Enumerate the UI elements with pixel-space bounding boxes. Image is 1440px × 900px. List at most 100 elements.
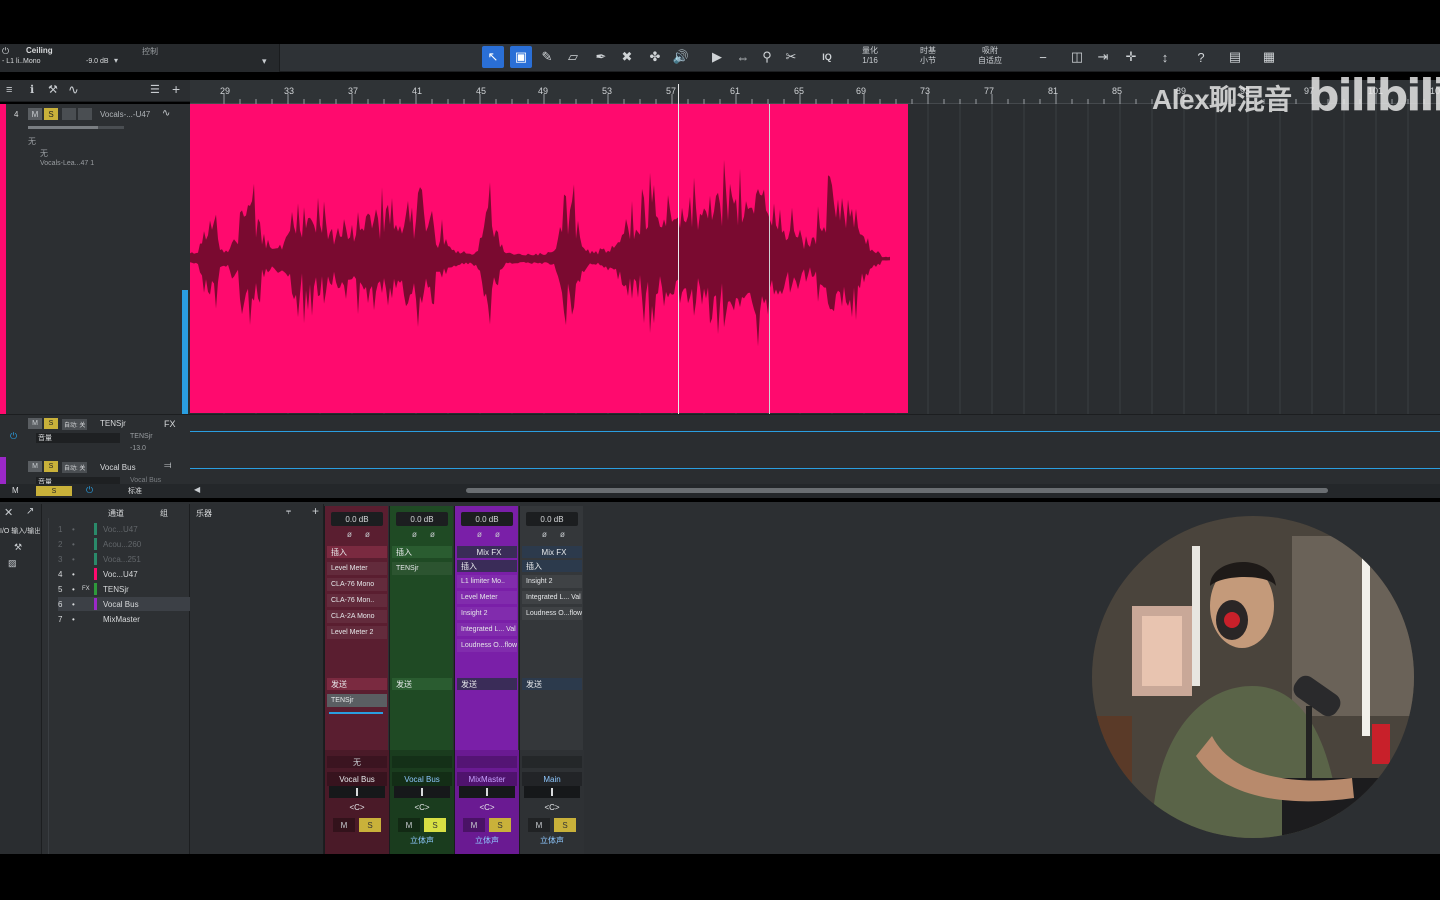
track-name[interactable]: Vocals-...-U47 [100, 110, 150, 119]
output-routing[interactable]: 立体声 [459, 834, 515, 846]
insert-slot[interactable]: Insight 2 [457, 607, 517, 620]
sends-header[interactable]: 发送 [522, 678, 582, 690]
inserts-header[interactable]: 插入 [522, 560, 582, 572]
ceiling-db[interactable]: -9.0 dB [86, 58, 109, 65]
inserts-header[interactable]: 插入 [392, 546, 452, 558]
channel-list-item[interactable]: 2 • Acou...260 [58, 537, 198, 551]
visibility-dot-icon[interactable]: • [72, 615, 82, 624]
record-arm-button[interactable] [62, 108, 76, 120]
fx-auto-label[interactable]: 自动: 关 [62, 419, 88, 430]
channel-gain-display[interactable]: 0.0 dB [461, 512, 513, 526]
fx-mute-button[interactable]: M [28, 418, 42, 429]
insert-slot[interactable]: CLA-76 Mono [327, 578, 387, 591]
channel-list-item[interactable]: 7 • MixMaster [58, 612, 198, 626]
mixer-channel-strip[interactable]: 0.0 dB ø ø Mix FX 插入 Insight 2 Integrated L...… [519, 506, 584, 854]
lower-power-icon[interactable]: ⏻ [86, 485, 93, 496]
listen-tool-icon[interactable]: 🔊 [670, 46, 692, 68]
automation-icon[interactable]: ∿ [68, 82, 79, 98]
bus-auto-label[interactable]: 自动: 关 [62, 462, 88, 473]
phase-invert-icon[interactable]: ø [560, 530, 565, 539]
bend-tool-icon[interactable]: ✤ [644, 46, 666, 68]
routing-none-2[interactable]: 无 [40, 148, 48, 159]
channel-list-item[interactable]: 6 • Vocal Bus [58, 597, 198, 611]
insert-slot[interactable]: Loudness O...flow [457, 639, 517, 652]
insert-slot[interactable]: L1 limiter Mo.. [457, 575, 517, 588]
channel-gain-display[interactable]: 0.0 dB [396, 512, 448, 526]
strip-solo-button[interactable]: S [489, 818, 511, 832]
stretch-icon[interactable]: ⇔ [732, 46, 754, 68]
mixer-channel-strip[interactable]: 0.0 dB ø ø 插入 Level Meter CLA-76 Mono CLA-76 M… [324, 506, 389, 854]
insert-slot[interactable]: Level Meter 2 [327, 626, 387, 639]
arrow-right-icon[interactable]: ⇥ [1092, 46, 1114, 68]
wrench-icon[interactable]: ⚒ [48, 83, 58, 96]
mute-tool-icon[interactable]: ✖ [616, 46, 638, 68]
strip-solo-button[interactable]: S [359, 818, 381, 832]
info-icon[interactable]: ℹ [30, 83, 34, 96]
cursor-follow-icon[interactable]: ✛ [1120, 46, 1142, 68]
channel-name-label[interactable]: Main [522, 772, 582, 786]
strip-solo-button[interactable]: S [554, 818, 576, 832]
channel-name-label[interactable]: Vocal Bus [392, 772, 452, 786]
io-routing-label[interactable] [522, 756, 582, 768]
insert-slot[interactable]: CLA-76 Mon.. [327, 594, 387, 607]
routing-none-1[interactable]: 无 [28, 136, 36, 147]
channel-gain-display[interactable]: 0.0 dB [331, 512, 383, 526]
fx-solo-button[interactable]: S [44, 418, 58, 429]
timebase-control[interactable]: 时基 小节 [910, 46, 946, 66]
iq-button[interactable]: IQ [816, 46, 838, 68]
output-routing[interactable] [329, 834, 385, 846]
strip-mute-button[interactable]: M [528, 818, 550, 832]
insert-slot[interactable]: TENSjr [392, 562, 452, 575]
bus-routing-icon[interactable]: ⫤ [164, 460, 172, 471]
mixer-io-panel[interactable]: ✕ ↗ I/O 输入/输出 ⚒ ▨ [0, 504, 42, 854]
bus-track-name[interactable]: Vocal Bus [100, 463, 136, 472]
visibility-dot-icon[interactable]: • [72, 525, 82, 534]
pencil-tool-icon[interactable]: ✎ [536, 46, 558, 68]
phase-invert-icon[interactable]: ø [412, 530, 417, 539]
phase-invert-icon[interactable]: ø [347, 530, 352, 539]
lower-std-label[interactable]: 标准 [128, 486, 142, 496]
instrument-sort-icon[interactable]: ⫧ [286, 506, 291, 517]
input-routing[interactable]: Vocals-Lea...47 1 [40, 160, 94, 167]
sends-header[interactable]: 发送 [327, 678, 387, 690]
output-routing[interactable]: 立体声 [394, 834, 450, 846]
list-icon[interactable]: ☰ [150, 83, 160, 96]
track-header[interactable]: 4 M S Vocals-...-U47 ∿ 无 无 Vocals-Lea...… [0, 104, 190, 414]
lower-m-button[interactable]: M [12, 486, 19, 495]
phase-invert-icon[interactable]: ø [542, 530, 547, 539]
phase-invert-icon[interactable]: ø [430, 530, 435, 539]
sends-header[interactable]: 发送 [392, 678, 452, 690]
output-routing[interactable]: 立体声 [524, 834, 580, 846]
mixer-channel-strip[interactable]: 0.0 dB ø ø Mix FX 插入 L1 limiter Mo.. Level Met… [454, 506, 519, 854]
pan-control[interactable] [329, 786, 385, 798]
io-routing-label[interactable]: 无 [327, 756, 387, 768]
channel-list-item[interactable]: 4 • Voc...U47 [58, 567, 198, 581]
power-icon[interactable]: ⏻ [2, 46, 9, 57]
help-icon[interactable]: ? [1190, 46, 1212, 68]
panel-toggle-icon[interactable]: ◫ [1066, 46, 1088, 68]
strip-mute-button[interactable]: M [463, 818, 485, 832]
layout-icon[interactable]: ▦ [1258, 46, 1280, 68]
phase-invert-icon[interactable]: ø [495, 530, 500, 539]
monitor-button[interactable] [78, 108, 92, 120]
fx-track-name[interactable]: TENSjr [100, 419, 126, 428]
fx-power-icon[interactable]: ⏻ [10, 431, 17, 442]
scroll-left-icon[interactable]: ◀ [194, 485, 200, 494]
fit-icon[interactable]: ↕ [1154, 46, 1176, 68]
io-routing-label[interactable] [392, 756, 452, 768]
range-tool-icon[interactable]: ▣ [510, 46, 532, 68]
zoom-icon[interactable]: ⚲ [756, 46, 778, 68]
paint-tool-icon[interactable]: ✒ [590, 46, 612, 68]
insert-slot[interactable]: Integrated L... Val [457, 623, 517, 636]
strip-solo-button[interactable]: S [424, 818, 446, 832]
view-toggle-icon[interactable]: ▨ [8, 558, 17, 569]
quantize-control[interactable]: 量化 1/16 [852, 46, 888, 66]
inserts-header[interactable]: 插入 [327, 546, 387, 558]
visibility-dot-icon[interactable]: • [72, 585, 82, 594]
channel-list-item[interactable]: 3 • Voca...251 [58, 552, 198, 566]
insert-slot[interactable]: Loudness O...flow [522, 607, 582, 620]
channel-name-label[interactable]: MixMaster [457, 772, 517, 786]
send-level-slider[interactable] [329, 712, 383, 714]
tab-channels[interactable]: 通道 [108, 508, 124, 519]
instrument-add-icon[interactable]: + [312, 504, 319, 518]
